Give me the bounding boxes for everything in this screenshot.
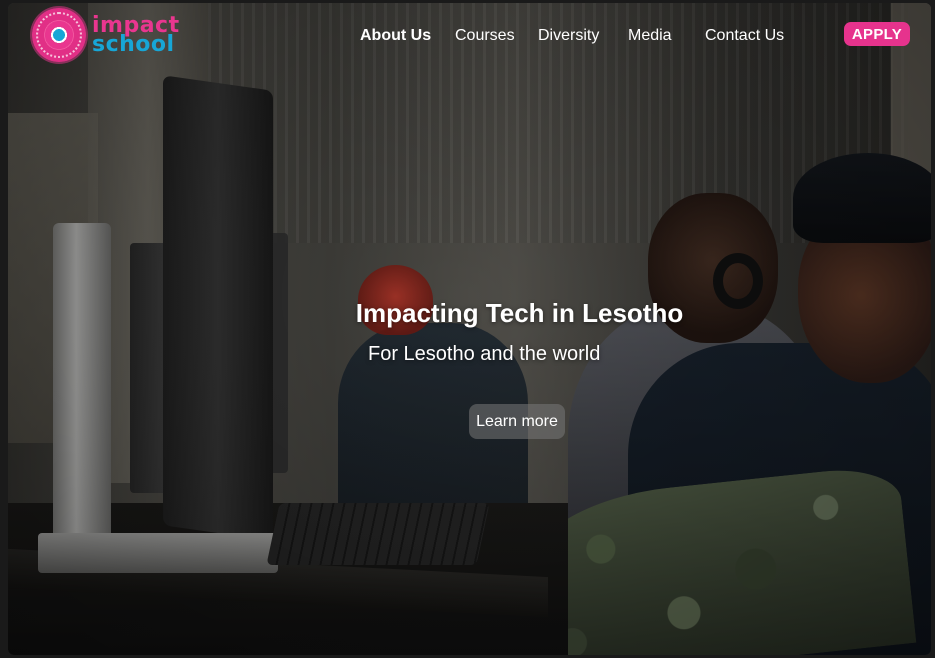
apply-button[interactable]: APPLY xyxy=(844,22,910,46)
page-frame: impact school About Us Courses Diversity… xyxy=(8,3,931,655)
logo-wordmark: impact school xyxy=(92,15,180,57)
learn-more-button[interactable]: Learn more xyxy=(469,404,565,439)
impact-school-logo-icon xyxy=(32,8,86,62)
logo-text-school: school xyxy=(92,32,175,57)
nav-item-diversity[interactable]: Diversity xyxy=(538,27,599,45)
nav-item-contact-us[interactable]: Contact Us xyxy=(705,27,784,45)
nav-item-media[interactable]: Media xyxy=(628,27,672,45)
nav-item-courses[interactable]: Courses xyxy=(455,27,515,45)
hero-title: Impacting Tech in Lesotho xyxy=(355,298,684,328)
nav-item-about-us[interactable]: About Us xyxy=(360,27,431,45)
hero-subtitle: For Lesotho and the world xyxy=(368,343,601,365)
hero-background-photo xyxy=(8,3,931,655)
dark-overlay xyxy=(8,3,931,655)
site-logo[interactable]: impact school xyxy=(32,7,180,63)
